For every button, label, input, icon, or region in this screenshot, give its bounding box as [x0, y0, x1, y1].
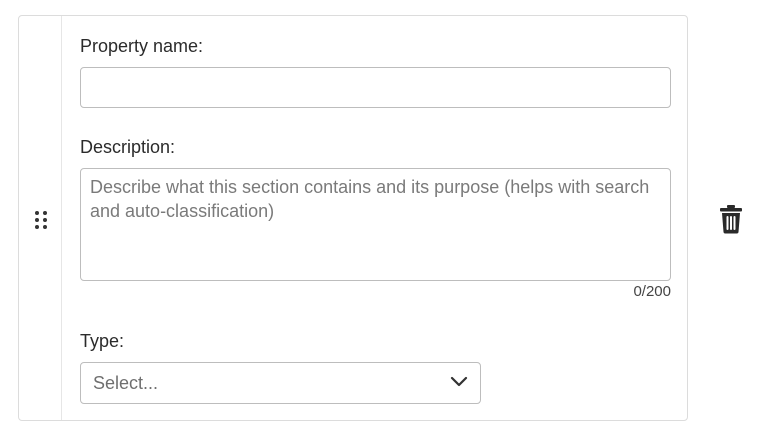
- drag-column: [19, 16, 62, 420]
- type-select[interactable]: Select...: [80, 362, 481, 404]
- drag-handle-icon[interactable]: [34, 210, 48, 230]
- description-textarea[interactable]: [80, 168, 671, 281]
- type-label: Type:: [80, 331, 125, 351]
- property-name-label: Property name:: [80, 36, 204, 56]
- type-select-value: Select...: [93, 373, 159, 393]
- description-char-count: 0/200: [633, 283, 671, 300]
- property-name-input[interactable]: [80, 67, 671, 108]
- property-card: Property name: Description: 0/200 Type: …: [18, 15, 688, 421]
- trash-icon[interactable]: [718, 204, 744, 234]
- description-label: Description:: [80, 137, 176, 157]
- chevron-down-icon: [450, 376, 468, 387]
